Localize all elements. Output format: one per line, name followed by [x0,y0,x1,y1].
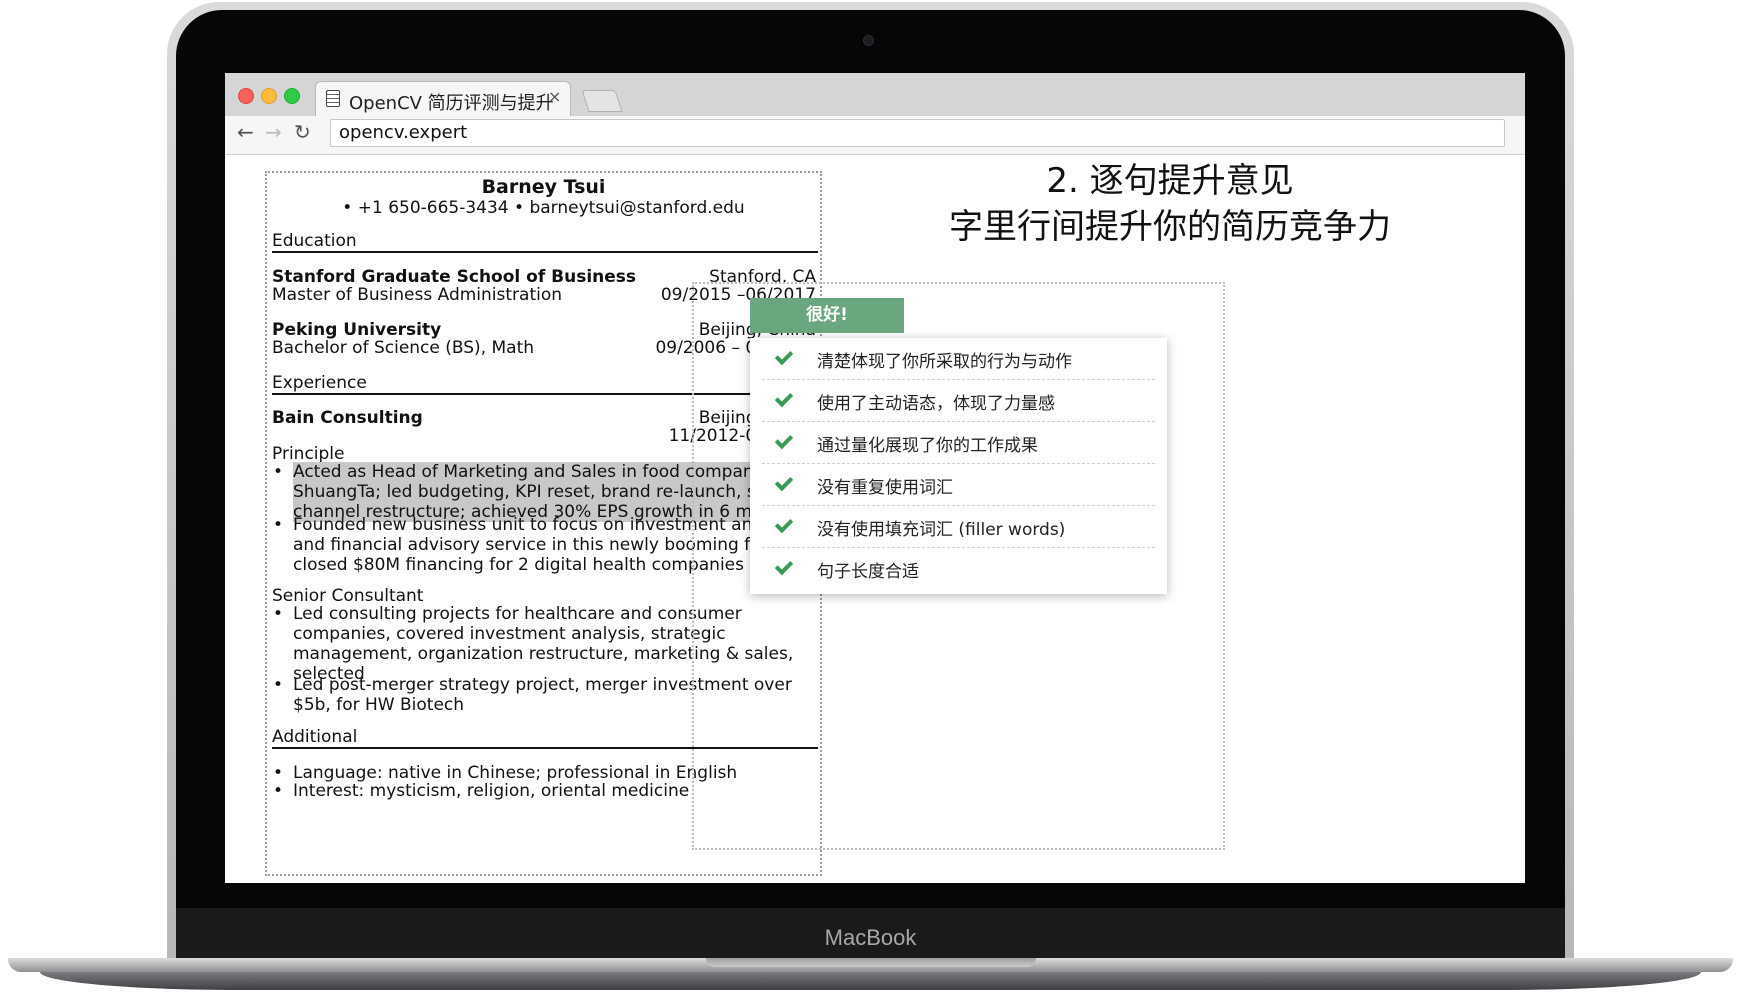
bullet-line: Language: native in Chinese; professiona… [293,763,738,783]
check-item: 句子长度合适 [762,548,1155,590]
check-text: 句子长度合适 [817,562,919,582]
tab-opencv[interactable]: OpenCV 简历评测与提升 × [315,81,571,116]
checkmark-icon [774,346,794,366]
check-text: 使用了主动语态，体现了力量感 [817,394,1055,414]
school-name: Peking University [272,320,442,340]
bullet-line: closed $80M financing for 2 digital heal… [293,555,744,575]
checkmark-icon [774,472,794,492]
check-item: 清楚体现了你所采取的行为与动作 [762,338,1155,380]
browser-toolbar: ← → ↻ opencv.expert [225,116,1525,155]
check-text: 没有重复使用词汇 [817,478,953,498]
degree: Master of Business Administration [272,285,563,305]
back-arrow-icon[interactable]: ← [237,120,254,144]
rating-badge: 很好! [750,298,904,333]
document-icon [326,90,340,107]
heading-line-1: 2. 逐句提升意见 [1046,161,1294,201]
bullet-line: Led consulting projects for healthcare a… [293,604,742,624]
laptop-base-edge [40,972,1701,990]
feedback-heading: 2. 逐句提升意见 字里行间提升你的简历竞争力 [905,158,1435,250]
degree: Bachelor of Science (BS), Math [272,338,535,358]
bullet-line: Interest: mysticism, religion, oriental … [293,781,690,801]
checkmark-icon [774,388,794,408]
camera-icon [863,35,874,46]
check-text: 没有使用填充词汇 (filler words) [817,520,1066,540]
section-education: Education [272,231,818,253]
check-text: 通过量化展现了你的工作成果 [817,436,1038,456]
laptop-brand-label: MacBook [824,925,917,950]
check-item: 没有使用填充词汇 (filler words) [762,506,1155,548]
tab-bar: OpenCV 简历评测与提升 × [225,73,1525,116]
check-item: 通过量化展现了你的工作成果 [762,422,1155,464]
heading-line-2: 字里行间提升你的简历竞争力 [949,207,1391,247]
reload-icon[interactable]: ↻ [294,120,311,144]
checkmark-icon [774,514,794,534]
school-name: Stanford Graduate School of Business [272,267,637,287]
window-maximize-button[interactable] [284,88,300,104]
address-bar[interactable]: opencv.expert [330,119,1505,147]
new-tab-button[interactable] [581,90,623,112]
forward-arrow-icon[interactable]: → [265,120,282,144]
url-text: opencv.expert [339,122,468,143]
company-name: Bain Consulting [272,408,423,428]
feedback-card: 清楚体现了你所采取的行为与动作 使用了主动语态，体现了力量感 通过量化展现了你的… [750,338,1167,594]
check-item: 没有重复使用词汇 [762,464,1155,506]
resume-contact: • +1 650-665-3434 • barneytsui@stanford.… [342,198,745,218]
check-item: 使用了主动语态，体现了力量感 [762,380,1155,422]
window-minimize-button[interactable] [261,88,277,104]
window-close-button[interactable] [238,88,254,104]
laptop-notch [706,958,1036,967]
bullet-line: $5b, for HW Biotech [293,695,465,715]
checkmark-icon [774,556,794,576]
bullet-line: companies, covered investment analysis, … [293,624,726,644]
checkmark-icon [774,430,794,450]
tab-title: OpenCV 简历评测与提升 [349,93,554,114]
resume-name: Barney Tsui [481,176,606,198]
tab-close-icon[interactable]: × [548,87,561,106]
check-text: 清楚体现了你所采取的行为与动作 [817,352,1072,372]
